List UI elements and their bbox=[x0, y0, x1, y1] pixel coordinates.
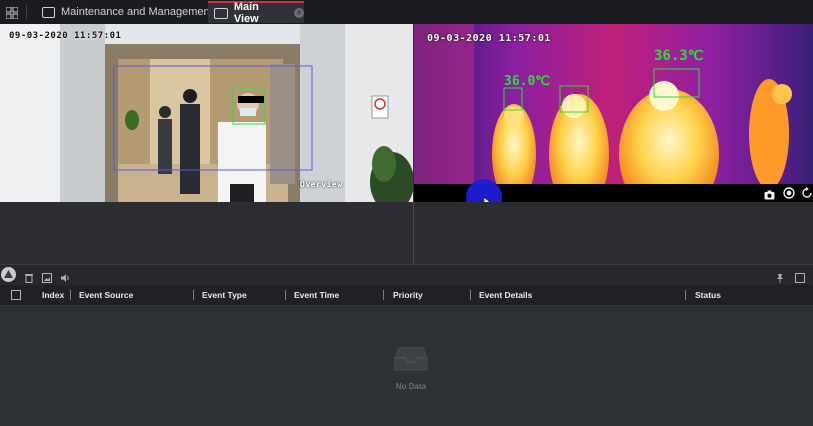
right-camera-timestamp: 09-03-2020 11:57:01 bbox=[427, 33, 551, 44]
empty-inbox-icon bbox=[393, 344, 429, 372]
alarm-icon[interactable] bbox=[1, 267, 16, 282]
pane-divider bbox=[413, 202, 414, 264]
column-header-index[interactable]: Index bbox=[42, 285, 64, 305]
left-camera-timestamp: 09-03-2020 11:57:01 bbox=[9, 31, 122, 41]
column-header-status[interactable]: Status bbox=[695, 285, 721, 305]
divider bbox=[26, 4, 27, 20]
column-separator bbox=[285, 290, 286, 300]
playback-icon[interactable] bbox=[802, 186, 813, 198]
mouse-pointer-icon bbox=[483, 196, 492, 202]
camera-pane-visible[interactable]: 09-03-2020 11:57:01 Overview bbox=[0, 24, 413, 202]
maximize-icon[interactable] bbox=[795, 270, 805, 283]
top-tab-bar: Maintenance and Management Main View × bbox=[0, 0, 813, 25]
event-table-header: Index Event Source Event Type Event Time… bbox=[0, 285, 813, 306]
empty-state-text: No Data bbox=[395, 382, 427, 391]
thermal-camera-scene bbox=[414, 24, 813, 202]
camera-icon bbox=[214, 7, 228, 19]
column-header-priority[interactable]: Priority bbox=[393, 285, 423, 305]
column-separator bbox=[193, 290, 194, 300]
visible-camera-scene bbox=[0, 24, 413, 202]
tab-main-view[interactable]: Main View × bbox=[208, 1, 304, 25]
column-header-event-time[interactable]: Event Time bbox=[294, 285, 339, 305]
delete-icon[interactable] bbox=[24, 270, 34, 283]
column-separator bbox=[685, 290, 686, 300]
event-toolbar bbox=[0, 264, 813, 285]
temperature-reading-1: 36.3℃ bbox=[654, 48, 704, 64]
sound-icon[interactable] bbox=[60, 270, 70, 282]
tab-maintenance[interactable]: Maintenance and Management bbox=[36, 2, 219, 22]
close-tab-icon[interactable]: × bbox=[294, 8, 304, 18]
left-camera-overlay-label: Overview bbox=[300, 180, 343, 189]
select-all-checkbox[interactable] bbox=[11, 290, 21, 300]
tab-maintenance-label: Maintenance and Management bbox=[61, 6, 213, 18]
record-icon[interactable] bbox=[783, 186, 795, 199]
snapshot-icon[interactable] bbox=[764, 187, 775, 200]
column-separator bbox=[470, 290, 471, 300]
picture-icon[interactable] bbox=[42, 270, 52, 283]
grid-menu-icon[interactable] bbox=[5, 6, 19, 20]
tab-main-view-label: Main View bbox=[233, 1, 259, 25]
pin-icon[interactable] bbox=[775, 270, 785, 283]
column-header-event-source[interactable]: Event Source bbox=[79, 285, 133, 305]
maintenance-icon bbox=[42, 6, 55, 18]
column-separator bbox=[70, 290, 71, 300]
column-separator bbox=[383, 290, 384, 300]
event-table-body: No Data bbox=[0, 306, 813, 426]
camera-pane-thermal[interactable]: 09-03-2020 11:57:01 36.3℃ 36.0℃ bbox=[414, 24, 813, 202]
temperature-reading-2: 36.0℃ bbox=[504, 74, 550, 89]
column-header-event-type[interactable]: Event Type bbox=[202, 285, 247, 305]
column-header-event-details[interactable]: Event Details bbox=[479, 285, 532, 305]
